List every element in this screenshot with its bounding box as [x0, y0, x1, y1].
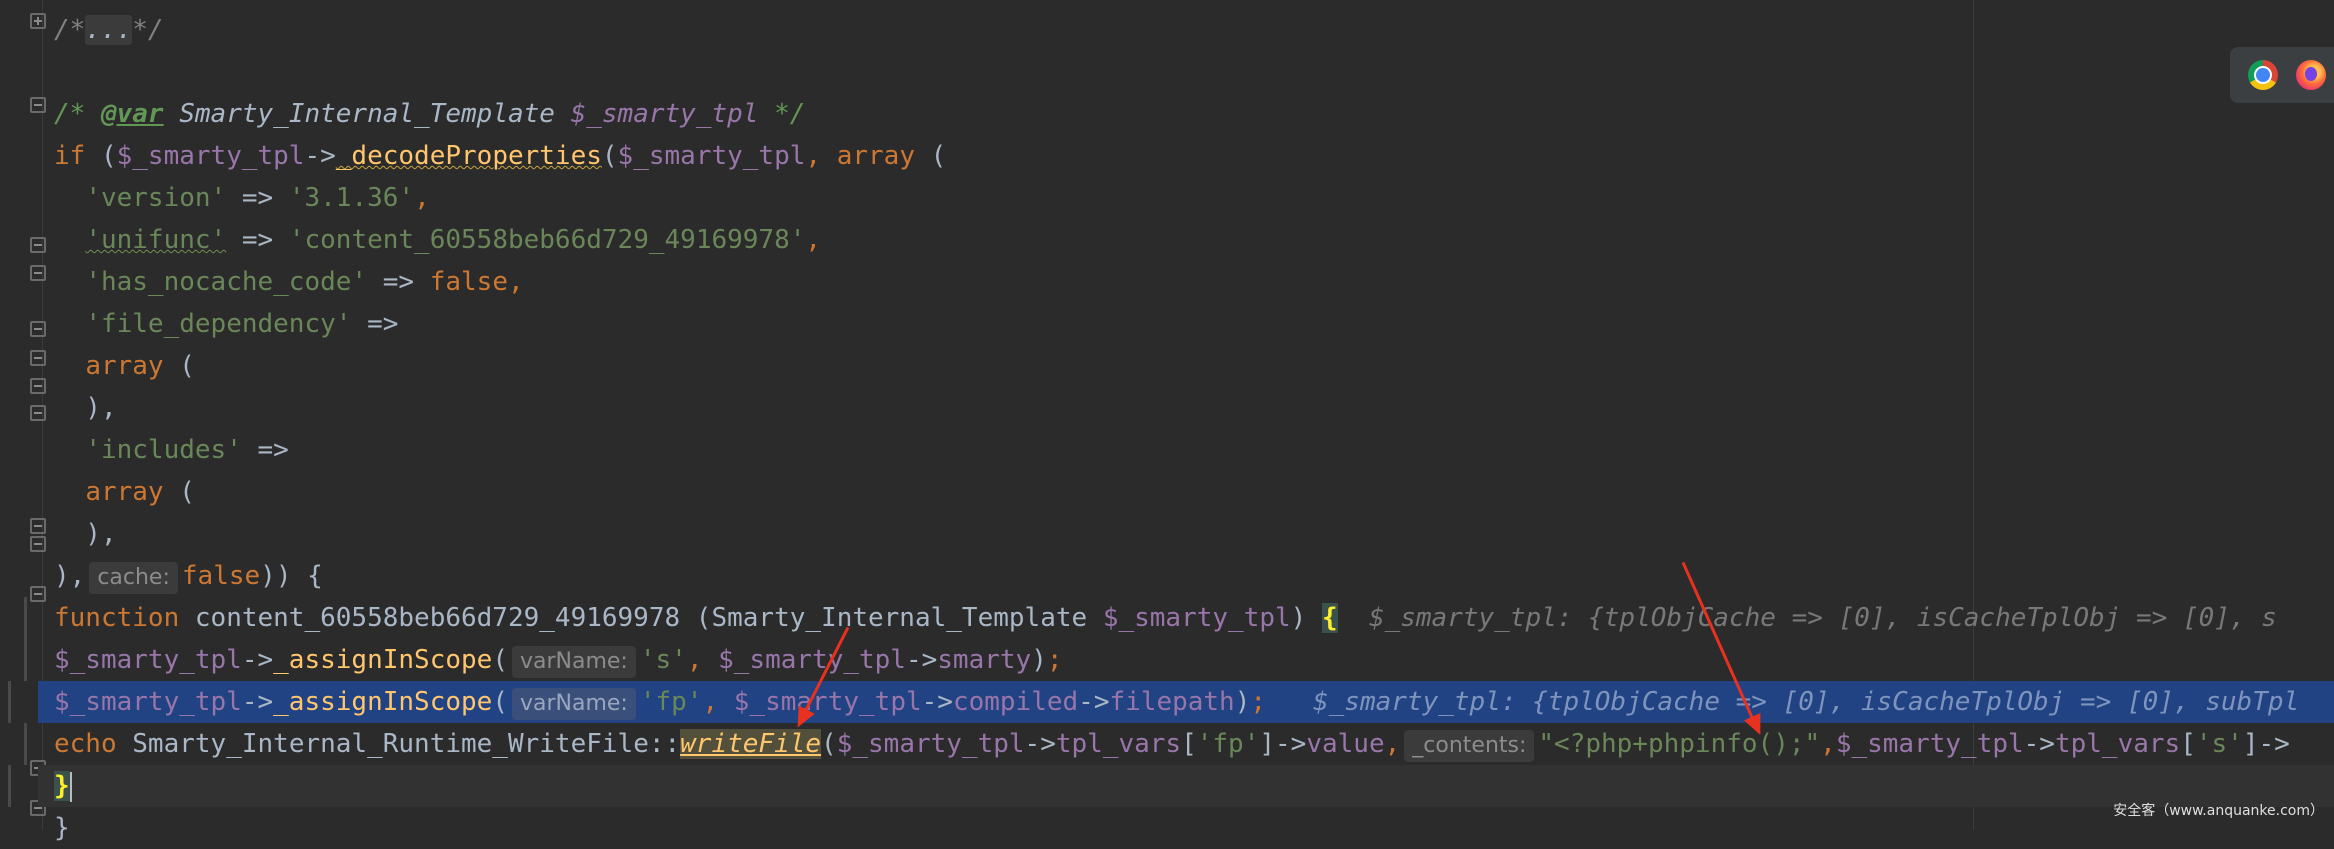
fold-collapse-icon[interactable]	[30, 237, 46, 253]
browser-preview-popup	[2230, 47, 2334, 103]
code-line: ),	[54, 393, 117, 423]
code-line-function: function content_60558beb66d729_49169978…	[24, 597, 2334, 639]
fold-collapse-icon[interactable]	[30, 97, 46, 113]
code-line: array (	[85, 351, 195, 381]
fold-collapse-icon[interactable]	[30, 586, 46, 602]
code-line: ),	[54, 519, 117, 549]
fold-collapse-icon[interactable]	[30, 321, 46, 337]
fold-collapse-icon[interactable]	[30, 536, 46, 552]
text-cursor	[69, 771, 72, 802]
code-line: /*...*/	[54, 9, 2334, 51]
highlighted-identifier[interactable]: writeFile	[680, 729, 822, 759]
watermark: 安全客（www.anquanke.com）	[2113, 803, 2324, 819]
code-line: 'unifunc' => 'content_60558beb66d729_491…	[85, 225, 822, 255]
code-line: 'file_dependency' =>	[85, 309, 399, 339]
code-line: echo Smarty_Internal_Runtime_WriteFile::…	[24, 723, 2334, 765]
code-line: array (	[85, 477, 195, 507]
fold-expand-icon[interactable]	[30, 13, 46, 29]
chrome-icon[interactable]	[2248, 60, 2278, 90]
fold-collapse-icon[interactable]	[30, 350, 46, 366]
fold-collapse-icon[interactable]	[30, 405, 46, 421]
param-hint: _contents:	[1404, 730, 1535, 762]
inline-debug-value: $_smarty_tpl: {tplObjCache => [0], isCac…	[1368, 603, 2277, 633]
code-line: $_smarty_tpl->_assignInScope(varName:'s'…	[24, 639, 2334, 681]
param-hint: varName:	[511, 688, 636, 720]
inline-debug-value: $_smarty_tpl: {tplObjCache => [0], isCac…	[1313, 687, 2300, 717]
code-line-selected[interactable]: $_smarty_tpl->_assignInScope(varName:'fp…	[8, 681, 2334, 723]
code-line-doc: /* @var Smarty_Internal_Template $_smart…	[54, 99, 806, 129]
code-line: ), cache: false)) {	[54, 555, 2334, 597]
code-line: 'version' => '3.1.36',	[85, 183, 430, 213]
param-hint: varName:	[511, 646, 636, 678]
code-line: 'includes' =>	[85, 435, 289, 465]
param-hint: cache:	[89, 562, 178, 594]
firefox-icon[interactable]	[2296, 60, 2326, 90]
folded-comment[interactable]: /*...*/	[54, 15, 164, 45]
code-line: if ($_smarty_tpl->_decodeProperties($_sm…	[54, 141, 947, 171]
code-line-current[interactable]: }	[8, 765, 2334, 807]
code-line: 'has_nocache_code' => false,	[85, 267, 524, 297]
fold-collapse-icon[interactable]	[30, 518, 46, 534]
code-line: }	[54, 813, 70, 843]
fold-collapse-icon[interactable]	[30, 378, 46, 394]
fold-collapse-icon[interactable]	[30, 265, 46, 281]
